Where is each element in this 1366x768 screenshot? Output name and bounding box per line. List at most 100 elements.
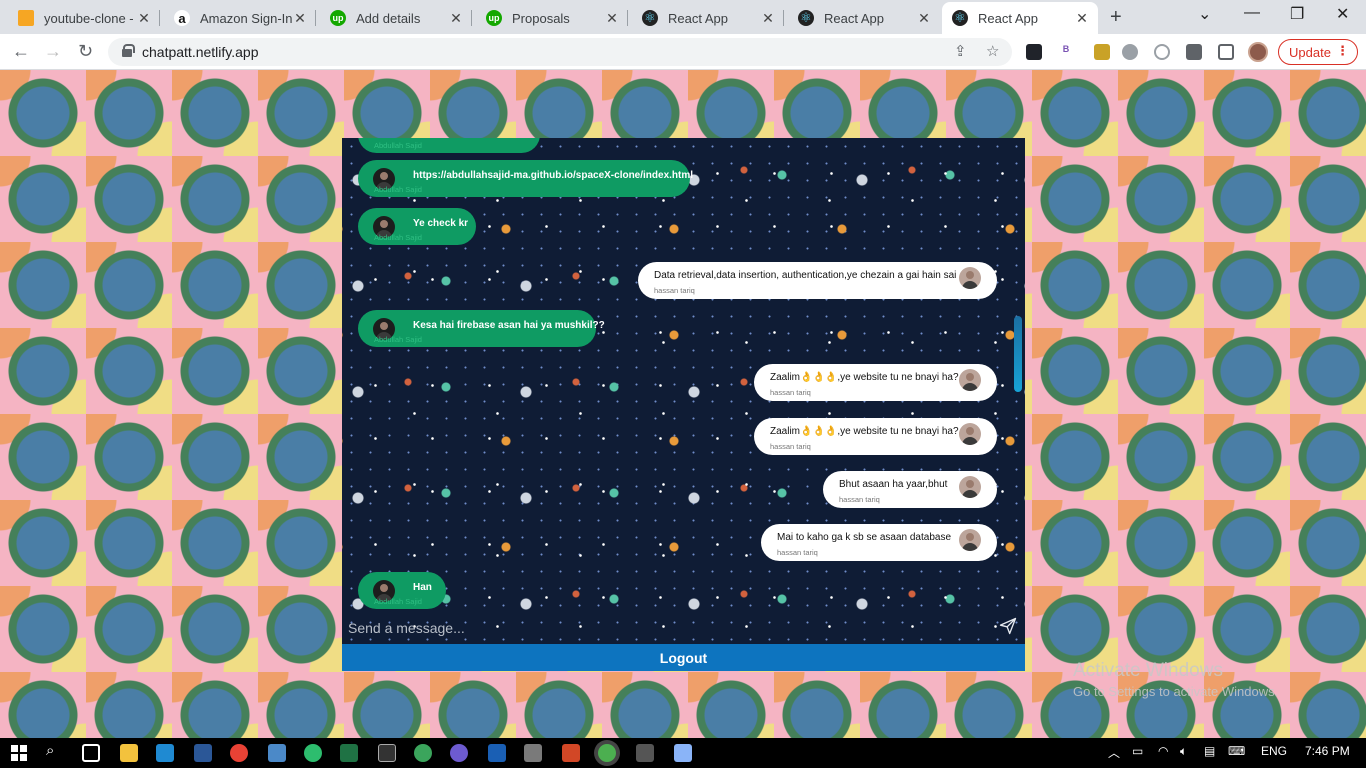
back-arrow-icon[interactable]: ← — [12, 41, 30, 62]
browser-tab[interactable]: up Proposals ✕ — [476, 2, 628, 34]
message-sender-name: Abdullah Sajid — [374, 233, 422, 242]
logout-button[interactable]: Logout — [342, 644, 1025, 671]
browser-tab-active[interactable]: ⚛ React App ✕ — [942, 2, 1098, 34]
message-input[interactable] — [348, 618, 968, 638]
search-icon[interactable]: ⌕ — [46, 742, 54, 759]
tab-close-icon[interactable]: ✕ — [136, 10, 152, 27]
tab-close-icon[interactable]: ✕ — [604, 10, 620, 27]
side-panel-icon[interactable] — [1218, 44, 1234, 60]
restore-icon[interactable]: ❐ — [1290, 4, 1304, 24]
minimize-icon[interactable]: — — [1244, 4, 1260, 22]
green-app-icon[interactable] — [414, 744, 432, 762]
bookmark-star-icon[interactable]: ☆ — [986, 42, 999, 60]
tray-chevron-icon[interactable]: ︿ — [1108, 744, 1120, 761]
message-bubble-sent: Zaalim👌👌👌,ye website tu ne bnayi ha? has… — [754, 364, 997, 401]
notepad-icon[interactable] — [674, 744, 692, 762]
react-favicon-icon: ⚛ — [798, 10, 814, 26]
purple-app-icon[interactable] — [450, 744, 468, 762]
watermark-subtitle: Go to Settings to activate Windows. — [1073, 684, 1279, 699]
windows-start-icon[interactable] — [10, 744, 28, 762]
message-bubble-received: https://abdullahsajid-ma.github.io/space… — [358, 160, 693, 197]
share-icon[interactable]: ⇪ — [954, 42, 967, 60]
message-sender-name: Abdullah Sajid — [374, 597, 422, 606]
browser-tab[interactable]: a Amazon Sign-In ✕ — [164, 2, 316, 34]
browser-tab[interactable]: youtube-clone - G ✕ — [8, 2, 160, 34]
tab-separator — [471, 10, 472, 26]
tab-favicon-icon — [18, 10, 34, 26]
wifi-icon[interactable]: ◠ — [1158, 744, 1168, 758]
message-sender-name: hassan tariq — [770, 442, 811, 451]
tab-close-icon[interactable]: ✕ — [448, 10, 464, 27]
volume-icon[interactable]: 🔈︎ — [1180, 744, 1187, 759]
address-bar[interactable]: chatpatt.netlify.app ⇪ ☆ — [108, 38, 1012, 66]
chrome-active-icon[interactable] — [598, 744, 616, 762]
message-text: Bhut asaan ha yaar,bhut — [839, 479, 948, 490]
browser-tab[interactable]: ⚛ React App ✕ — [632, 2, 784, 34]
new-tab-plus-icon[interactable]: + — [1110, 6, 1122, 29]
browser-tab[interactable]: ⚛ React App ✕ — [788, 2, 940, 34]
compass-extension-icon[interactable] — [1154, 44, 1170, 60]
tab-close-icon[interactable]: ✕ — [760, 10, 776, 27]
tab-close-icon[interactable]: ✕ — [1074, 10, 1090, 27]
tab-separator — [627, 10, 628, 26]
watermark-title: Activate Windows — [1073, 660, 1223, 681]
message-text: Ye check kr — [413, 218, 469, 229]
message-input-bar — [342, 610, 1025, 644]
tab-close-icon[interactable]: ✕ — [292, 10, 308, 27]
excel-icon[interactable] — [340, 744, 358, 762]
bug-extension-icon[interactable] — [1122, 44, 1138, 60]
clock[interactable]: 7:46 PM — [1305, 744, 1350, 758]
tab-title: React App — [668, 10, 728, 26]
profile-avatar[interactable] — [1248, 42, 1268, 62]
task-view-icon[interactable] — [82, 744, 100, 762]
close-window-icon[interactable]: ✕ — [1336, 4, 1349, 24]
react-devtools-extension-icon[interactable] — [1026, 44, 1042, 60]
sublime-icon[interactable] — [268, 744, 286, 762]
react-favicon-icon: ⚛ — [952, 10, 968, 26]
chat-window: Abdullah Sajid https://abdullahsajid-ma.… — [342, 138, 1025, 644]
eyedropper-extension-icon[interactable] — [1094, 44, 1110, 60]
tab-search-chevron-icon[interactable]: ⌄ — [1198, 4, 1211, 24]
forward-arrow-icon[interactable]: → — [44, 41, 62, 62]
message-bubble-sent: Bhut asaan ha yaar,bhut hassan tariq — [823, 471, 997, 508]
message-bubble-received: Kesa hai firebase asan hai ya mushkil?? … — [358, 310, 605, 347]
browser-tab[interactable]: up Add details ✕ — [320, 2, 472, 34]
extensions-puzzle-icon[interactable] — [1186, 44, 1202, 60]
browser-tab-strip: youtube-clone - G ✕ a Amazon Sign-In ✕ u… — [0, 0, 1366, 34]
message-bubble-received: Han Abdullah Sajid — [358, 572, 446, 609]
address-url[interactable]: chatpatt.netlify.app — [142, 44, 258, 60]
keyboard-icon[interactable]: ⌨ — [1228, 744, 1245, 758]
file-explorer-icon[interactable] — [120, 744, 138, 762]
lock-icon[interactable] — [122, 44, 135, 57]
sender-avatar — [959, 267, 981, 289]
more-menu-icon[interactable]: ⋮ — [1336, 43, 1349, 59]
bootstrap-extension-icon[interactable]: B — [1058, 44, 1074, 60]
screenshot-app-icon[interactable] — [524, 744, 542, 762]
vscode-icon[interactable] — [156, 744, 174, 762]
calculator-icon[interactable] — [636, 744, 654, 762]
message-bubble-sent: Data retrieval,data insertion, authentic… — [638, 262, 997, 299]
message-bubble-received: Ye check kr Abdullah Sajid — [358, 208, 476, 245]
message-sender-name: hassan tariq — [777, 548, 818, 557]
word-icon[interactable] — [194, 744, 212, 762]
tab-separator — [783, 10, 784, 26]
language-indicator[interactable]: ENG — [1261, 744, 1287, 758]
send-icon[interactable] — [998, 616, 1018, 636]
sender-avatar — [959, 476, 981, 498]
chrome-icon[interactable] — [230, 744, 248, 762]
message-list[interactable]: Abdullah Sajid https://abdullahsajid-ma.… — [342, 138, 1025, 610]
dev-app-icon[interactable] — [488, 744, 506, 762]
chat-scrollbar[interactable] — [1014, 316, 1022, 392]
tab-title: Amazon Sign-In — [200, 10, 292, 26]
battery-icon[interactable]: ▭ — [1132, 744, 1143, 758]
notification-icon[interactable]: ▤ — [1204, 744, 1215, 758]
reload-icon[interactable]: ↻ — [78, 41, 93, 62]
tab-close-icon[interactable]: ✕ — [916, 10, 932, 27]
presentation-app-icon[interactable] — [562, 744, 580, 762]
terminal-icon[interactable] — [378, 744, 396, 762]
message-bubble-received: Abdullah Sajid — [358, 138, 540, 153]
update-button[interactable]: Update ⋮ — [1278, 39, 1358, 65]
color-picker-app-icon[interactable] — [304, 744, 322, 762]
message-bubble-sent: Zaalim👌👌👌,ye website tu ne bnayi ha? has… — [754, 418, 997, 455]
message-text: Han — [413, 582, 432, 593]
